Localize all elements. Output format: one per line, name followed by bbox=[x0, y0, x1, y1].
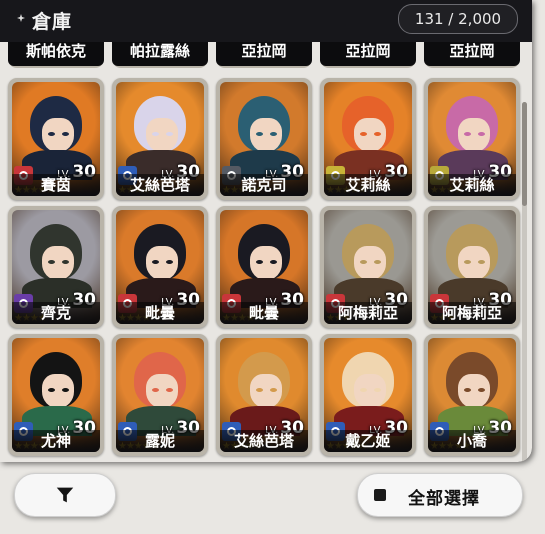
character-card[interactable]: LV.30★★★★★★阿梅莉亞 bbox=[320, 206, 416, 328]
character-name: 小喬 bbox=[428, 430, 516, 452]
character-name: 毗曇 bbox=[220, 302, 308, 324]
character-name: 齊克 bbox=[12, 302, 100, 324]
select-all-button[interactable]: 全部選擇 bbox=[357, 473, 523, 517]
character-card[interactable]: LV.30★★★★★★艾絲芭塔 bbox=[216, 334, 312, 456]
character-name: 阿梅莉亞 bbox=[428, 302, 516, 324]
character-name: 戴乙姬 bbox=[324, 430, 412, 452]
inventory-panel: 倉庫 131 / 2,000 LV.30★★★★★★賽茵LV.30★★★★★★艾… bbox=[0, 0, 532, 462]
character-name: 艾莉絲 bbox=[324, 174, 412, 196]
checkbox-icon bbox=[374, 489, 386, 501]
character-name: 艾莉絲 bbox=[428, 174, 516, 196]
character-card[interactable]: LV.30★★★★★★諾克司 bbox=[216, 78, 312, 200]
card-name: 亞拉岡 bbox=[320, 42, 416, 66]
character-name: 艾絲芭塔 bbox=[116, 174, 204, 196]
inventory-header: 倉庫 131 / 2,000 bbox=[0, 0, 532, 42]
character-card[interactable]: LV.30★★★★★★戴乙姬 bbox=[320, 334, 416, 456]
card-name: 亞拉岡 bbox=[424, 42, 520, 66]
character-card[interactable]: LV.30★★★★★★艾莉絲 bbox=[424, 78, 520, 200]
character-card[interactable]: LV.30★★★★★★阿梅莉亞 bbox=[424, 206, 520, 328]
character-name: 諾克司 bbox=[220, 174, 308, 196]
card-name: 斯帕依克 bbox=[8, 42, 104, 66]
character-grid: LV.30★★★★★★賽茵LV.30★★★★★★艾絲芭塔LV.30★★★★★★諾… bbox=[0, 42, 532, 462]
character-name: 毗曇 bbox=[116, 302, 204, 324]
character-card[interactable]: LV.30★★★★★★艾絲芭塔 bbox=[112, 78, 208, 200]
character-card[interactable]: LV.30★★★★★★小喬 bbox=[424, 334, 520, 456]
character-card[interactable]: LV.30★★★★★★艾莉絲 bbox=[320, 78, 416, 200]
card-partial[interactable]: 亞拉岡 bbox=[424, 42, 520, 68]
filter-button[interactable] bbox=[14, 473, 116, 517]
select-all-label: 全部選擇 bbox=[408, 489, 480, 509]
character-name: 露妮 bbox=[116, 430, 204, 452]
character-card[interactable]: LV.30★★★★★★尤神 bbox=[8, 334, 104, 456]
sparkle-icon bbox=[17, 14, 25, 22]
character-card[interactable]: LV.30★★★★★★齊克 bbox=[8, 206, 104, 328]
page-title: 倉庫 bbox=[32, 11, 73, 33]
card-partial[interactable]: 亞拉岡 bbox=[320, 42, 416, 68]
character-card[interactable]: LV.30★★★★★★露妮 bbox=[112, 334, 208, 456]
character-name: 賽茵 bbox=[12, 174, 100, 196]
scrollbar[interactable] bbox=[522, 102, 527, 462]
capacity-counter: 131 / 2,000 bbox=[398, 4, 518, 34]
character-card[interactable]: LV.30★★★★★★毗曇 bbox=[112, 206, 208, 328]
card-name: 亞拉岡 bbox=[216, 42, 312, 66]
character-name: 阿梅莉亞 bbox=[324, 302, 412, 324]
card-partial[interactable]: 斯帕依克 bbox=[8, 42, 104, 68]
character-name: 尤神 bbox=[12, 430, 100, 452]
card-partial[interactable]: 亞拉岡 bbox=[216, 42, 312, 68]
filter-icon bbox=[56, 487, 74, 503]
character-card[interactable]: LV.30★★★★★★毗曇 bbox=[216, 206, 312, 328]
character-card[interactable]: LV.30★★★★★★賽茵 bbox=[8, 78, 104, 200]
scrollbar-thumb[interactable] bbox=[522, 102, 527, 206]
character-name: 艾絲芭塔 bbox=[220, 430, 308, 452]
card-name: 帕拉露絲 bbox=[112, 42, 208, 66]
card-partial[interactable]: 帕拉露絲 bbox=[112, 42, 208, 68]
